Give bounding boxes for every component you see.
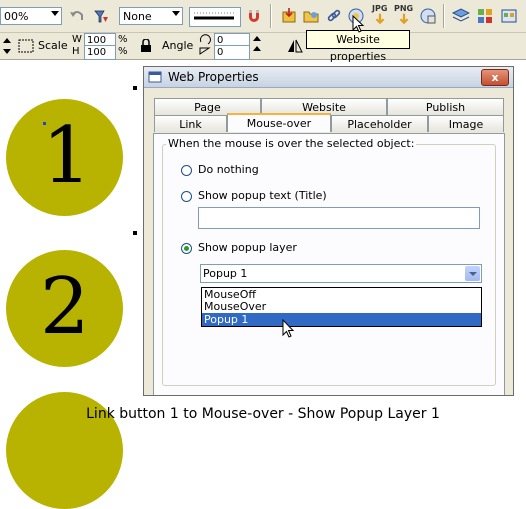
selection-handle[interactable] (133, 231, 137, 235)
tab-link[interactable]: Link (154, 115, 227, 132)
close-button[interactable]: x (481, 69, 509, 86)
chevron-down-icon[interactable] (465, 266, 480, 281)
spin-arrows-icon[interactable] (252, 35, 262, 57)
flip-icon[interactable] (287, 38, 303, 54)
selection-marker (43, 122, 46, 125)
bitmap-gallery-icon[interactable] (500, 7, 518, 25)
line-width-icon (194, 12, 234, 20)
undo-icon[interactable] (68, 7, 86, 25)
popup-text-field[interactable] (198, 207, 480, 229)
toolbar-separator (443, 4, 445, 28)
chevron-down-icon (172, 11, 180, 16)
height-field[interactable]: 100 (84, 45, 116, 60)
circle-numeral-2: 2 (40, 262, 90, 352)
mouse-cursor-icon (282, 319, 295, 338)
show-popup-layer-label[interactable]: Show popup layer (198, 241, 297, 254)
lock-aspect-icon[interactable] (139, 39, 153, 53)
zoom-combo[interactable]: 00% (0, 7, 62, 25)
group-label: When the mouse is over the selected obje… (166, 137, 417, 150)
main-toolbar: 00% None JPG PNG (0, 0, 526, 33)
tab-publish[interactable]: Publish (387, 98, 504, 115)
toolbar-separator (270, 4, 272, 28)
circle-numeral-1: 1 (42, 111, 92, 201)
line-width-combo[interactable] (189, 7, 241, 27)
selection-handle[interactable] (133, 86, 137, 90)
popup-layer-select[interactable]: Popup 1 (200, 264, 482, 283)
dropdown-option-popup-1[interactable]: Popup 1 (202, 313, 481, 326)
preview-icon[interactable] (419, 7, 437, 25)
show-popup-layer-radio[interactable] (181, 243, 192, 254)
do-nothing-label[interactable]: Do nothing (198, 163, 259, 176)
layers-icon[interactable] (452, 7, 470, 25)
scale-label: Scale (38, 39, 68, 52)
magnet-icon[interactable] (245, 7, 263, 25)
open-file-icon[interactable] (302, 7, 320, 25)
zoom-value: 00% (4, 10, 29, 23)
rotate-icon[interactable] (198, 34, 212, 56)
mouse-cursor-icon (352, 15, 365, 33)
width-label: W (72, 34, 82, 45)
popup-layer-dropdown-list: MouseOff MouseOver Popup 1 (201, 287, 482, 327)
skew-field[interactable]: 0 (214, 45, 250, 60)
angle-label: Angle (162, 39, 194, 52)
tab-mouse-over[interactable]: Mouse-over (227, 113, 331, 132)
tab-placeholder[interactable]: Placeholder (331, 115, 428, 132)
export-jpg-icon[interactable] (372, 12, 388, 28)
position-arrows-icon[interactable] (2, 37, 12, 55)
show-popup-text-radio[interactable] (181, 191, 192, 202)
do-nothing-radio[interactable] (181, 165, 192, 176)
chevron-down-icon (51, 11, 59, 16)
link-icon[interactable] (325, 7, 343, 25)
fill-combo[interactable]: None (119, 7, 183, 25)
tab-image[interactable]: Image (428, 115, 504, 132)
percent-label: % (118, 34, 128, 45)
popup-layer-value: Popup 1 (203, 267, 248, 280)
infobar-toolbar: Scale W H 100 100 % % Angle 0 0 (0, 33, 526, 60)
height-label: H (72, 46, 80, 57)
caption-text: Link button 1 to Mouse-over - Show Popup… (86, 406, 440, 422)
gallery-icon[interactable] (476, 7, 494, 25)
dialog-title: Web Properties (168, 70, 259, 84)
dropdown-option-mouseover[interactable]: MouseOver (202, 300, 481, 313)
window-icon (148, 71, 162, 83)
dialog-titlebar[interactable]: Web Properties x (144, 67, 513, 88)
percent-label: % (118, 46, 128, 57)
show-popup-text-label[interactable]: Show popup text (Title) (198, 189, 327, 202)
fill-tool-icon[interactable] (92, 7, 110, 25)
export-png-icon[interactable] (396, 12, 412, 28)
scale-lines-icon[interactable] (18, 38, 34, 54)
fill-value: None (123, 10, 152, 23)
import-icon[interactable] (280, 7, 298, 25)
web-properties-dialog: Web Properties x Page Website Publish Li… (143, 66, 514, 396)
